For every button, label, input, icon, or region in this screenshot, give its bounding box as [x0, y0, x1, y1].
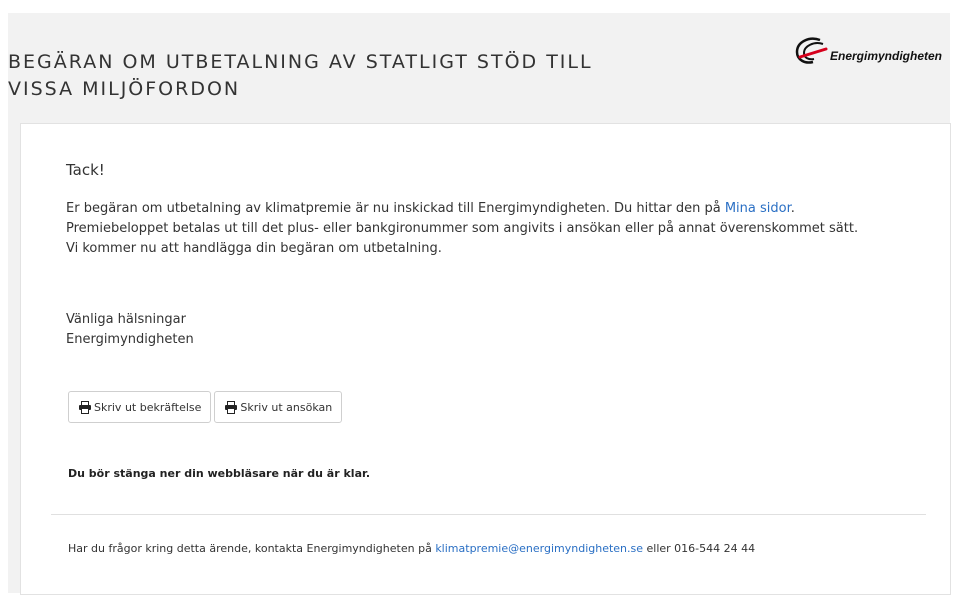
message-line1-text: Er begäran om utbetalning av klimatpremi…	[66, 201, 725, 216]
contact-footer: Har du frågor kring detta ärende, kontak…	[68, 542, 755, 555]
signature: Energimyndigheten	[66, 332, 194, 347]
print-confirmation-label: Skriv ut bekräftelse	[94, 400, 202, 414]
message-line2: Premiebeloppet betalas ut till det plus-…	[66, 221, 859, 236]
close-browser-notice: Du bör stänga ner din webbläsare när du …	[68, 467, 371, 480]
print-application-button[interactable]: Skriv ut ansökan	[214, 391, 343, 423]
printer-icon	[79, 400, 91, 414]
mina-sidor-link[interactable]: Mina sidor	[725, 201, 791, 216]
confirmation-card: Tack! Er begäran om utbetalning av klima…	[20, 123, 951, 595]
email-link[interactable]: klimatpremie@energimyndigheten.se	[435, 542, 643, 555]
page-title-line1: BEGÄRAN OM UTBETALNING AV STATLIGT STÖD …	[8, 51, 593, 73]
print-application-label: Skriv ut ansökan	[240, 400, 333, 414]
message-line3: Vi kommer nu att handlägga din begäran o…	[66, 241, 442, 256]
footer-phone: eller 016-544 24 44	[643, 542, 756, 555]
page-background: BEGÄRAN OM UTBETALNING AV STATLIGT STÖD …	[8, 13, 951, 595]
confirmation-message: Er begäran om utbetalning av klimatpremi…	[66, 199, 916, 259]
energimyndigheten-logo: Energimyndigheten	[794, 37, 942, 65]
print-confirmation-button[interactable]: Skriv ut bekräftelse	[68, 391, 212, 423]
thanks-heading: Tack!	[66, 161, 105, 179]
logo-text: Energimyndigheten	[829, 49, 942, 63]
button-group: Skriv ut bekräftelse Skriv ut ansökan	[68, 391, 343, 423]
signoff: Vänliga hälsningar Energimyndigheten	[66, 310, 194, 350]
divider	[51, 514, 926, 515]
page-title-line2: VISSA MILJÖFORDON	[8, 78, 241, 100]
message-line1: Er begäran om utbetalning av klimatpremi…	[66, 199, 916, 219]
footer-text: Har du frågor kring detta ärende, kontak…	[68, 542, 436, 555]
greeting: Vänliga hälsningar	[66, 312, 186, 327]
page-title: BEGÄRAN OM UTBETALNING AV STATLIGT STÖD …	[8, 49, 628, 103]
printer-icon	[225, 400, 238, 414]
message-line1-end: .	[790, 201, 795, 216]
energimyndigheten-logo-icon	[795, 37, 828, 64]
